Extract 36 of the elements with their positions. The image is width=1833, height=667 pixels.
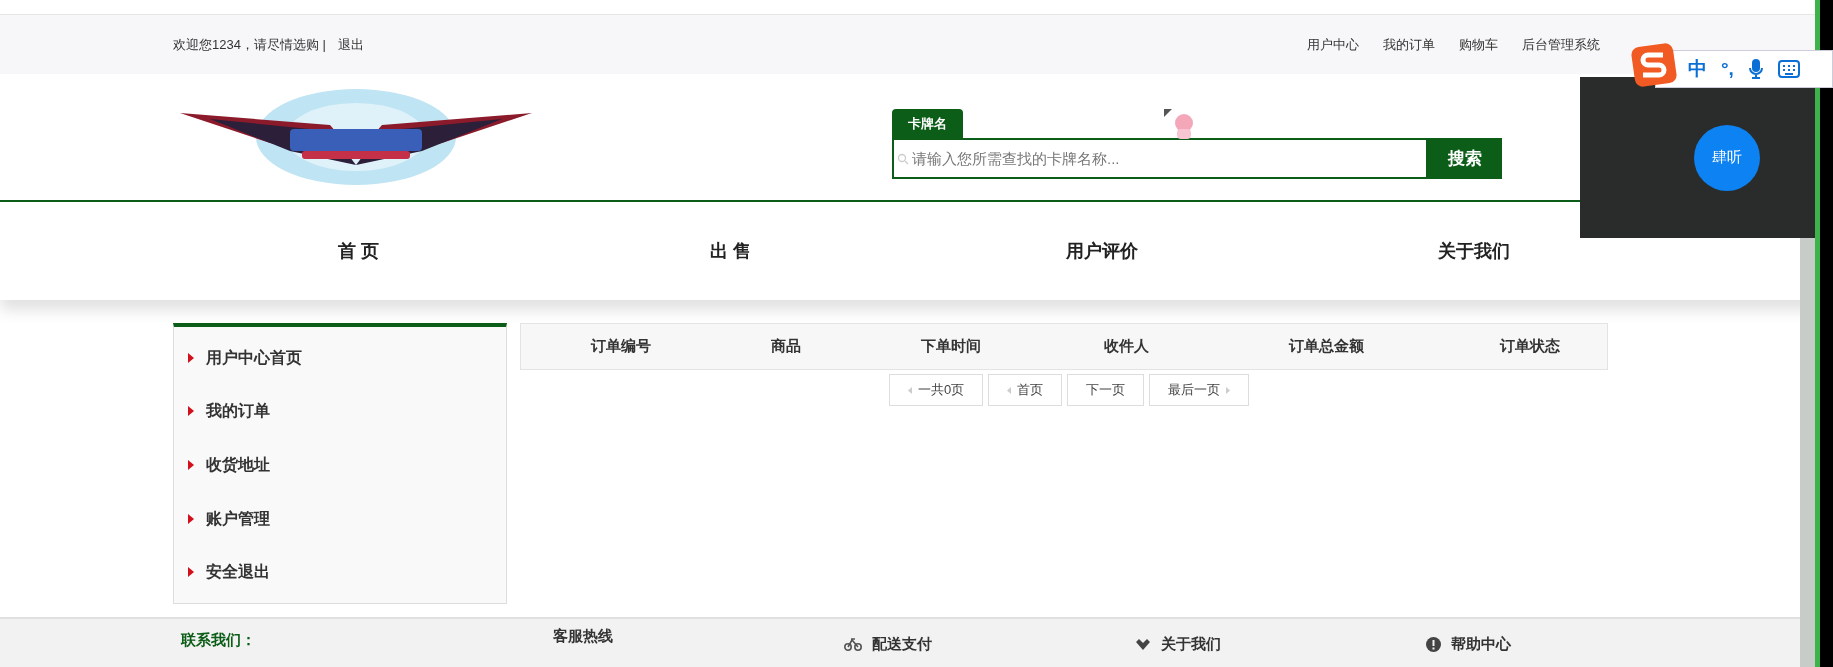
sidebar-item[interactable]: 收货地址 [174, 445, 506, 485]
column-header: 订单状态 [1500, 336, 1560, 357]
search-category-tab[interactable]: 卡牌名 [892, 108, 963, 139]
listen-button[interactable]: 肆听 [1694, 124, 1760, 191]
column-header: 收件人 [1103, 336, 1149, 357]
column-header: 下单时间 [921, 336, 981, 357]
column-header: 订单编号 [591, 336, 651, 357]
footer-heading: 客服热线 [553, 625, 613, 646]
search-button[interactable]: 搜索 [1428, 138, 1502, 180]
footer-heading: 关于我们 [1161, 633, 1221, 654]
footer-heading: 帮助中心 [1451, 633, 1511, 654]
nav-link[interactable]: 用户评价 [1066, 237, 1139, 265]
nav-link[interactable]: 关于我们 [1438, 237, 1511, 265]
nav-link[interactable]: 首 页 [338, 237, 380, 265]
sidebar-item[interactable]: 安全退出 [174, 552, 506, 593]
sidebar-item[interactable]: 我的订单 [174, 391, 506, 432]
top-nav-link[interactable]: 购物车 [1459, 34, 1498, 55]
search-field[interactable]: 请输入您所需查找的卡牌名称... [892, 138, 1428, 180]
sidebar-item[interactable]: 账户管理 [174, 498, 506, 539]
contact-heading: 联系我们： [181, 630, 257, 650]
nav-link[interactable]: 出 售 [710, 237, 752, 265]
column-header: 商品 [771, 336, 801, 357]
pagination-button[interactable]: 最后一页 [1149, 374, 1250, 406]
footer-heading: 配送支付 [872, 633, 932, 654]
input-mode-toggle[interactable]: 中 [1688, 54, 1707, 84]
punctuation-toggle[interactable]: °, [1721, 54, 1734, 84]
pagination-button[interactable]: 首页 [988, 374, 1063, 406]
top-nav-link[interactable]: 后台管理系统 [1522, 34, 1600, 55]
top-nav-link[interactable]: 用户中心 [1307, 34, 1359, 55]
logout-link[interactable]: 退出 [337, 34, 364, 55]
column-header: 订单总金额 [1288, 336, 1364, 357]
top-nav-link[interactable]: 我的订单 [1383, 34, 1435, 55]
pagination-button[interactable]: 下一页 [1067, 374, 1145, 406]
sidebar-item[interactable]: 用户中心首页 [174, 337, 506, 378]
welcome-text: 欢迎您1234，请尽情选购 | [173, 35, 326, 54]
pagination-button[interactable]: 一共0页 [888, 374, 984, 406]
